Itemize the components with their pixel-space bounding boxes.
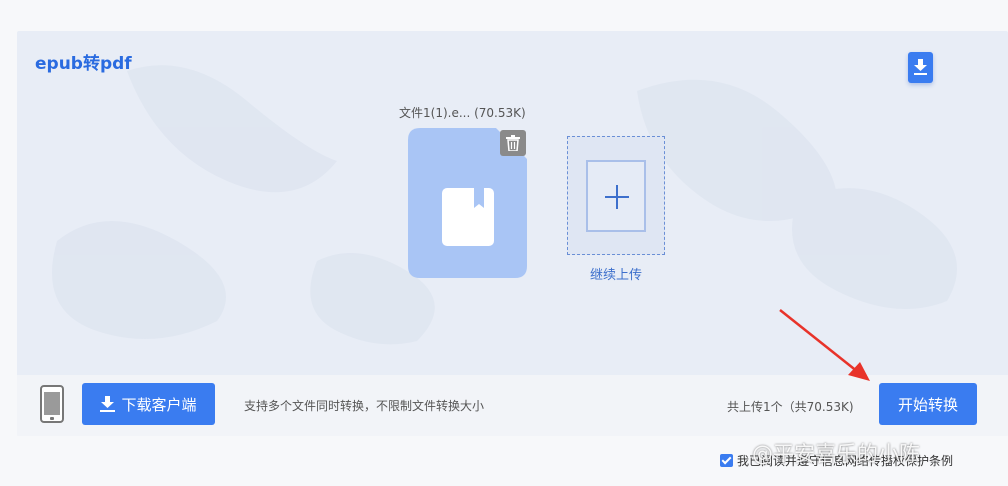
annotation-arrow [779, 309, 870, 381]
